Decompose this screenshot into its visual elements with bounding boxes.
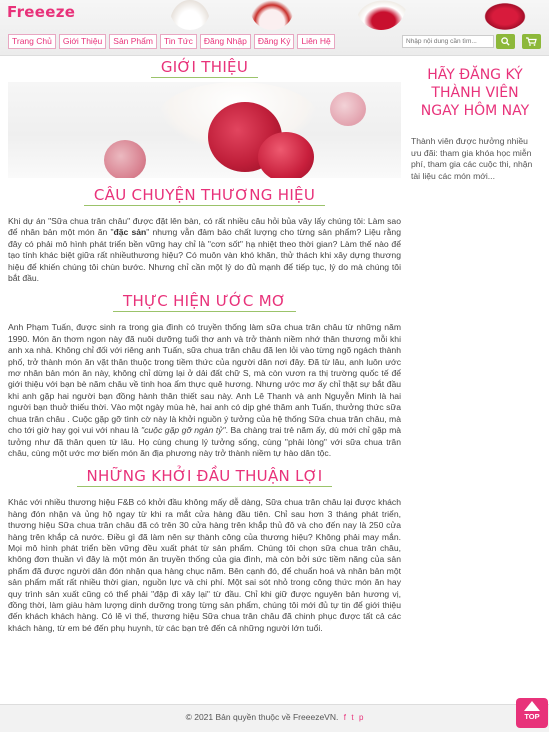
good-start-paragraph: Khác với nhiều thương hiệu F&B có khởi đ…	[8, 497, 401, 633]
nav-item-contact[interactable]: Liên Hệ	[297, 34, 335, 49]
cherry-image	[480, 0, 530, 30]
berry-yogurt-image	[356, 0, 406, 30]
logo[interactable]: Freeeze	[7, 3, 75, 21]
twitter-icon[interactable]: t	[351, 713, 353, 722]
cart-button[interactable]	[522, 34, 541, 49]
strawberry-yogurt-image	[250, 0, 294, 30]
register-promo-text: Thành viên được hưởng nhiều ưu đãi: tham…	[411, 136, 533, 181]
section-title-dream: THỰC HIỆN ƯỚC MƠ	[8, 292, 401, 313]
nav-item-about[interactable]: Giới Thiệu	[58, 34, 107, 49]
register-promo-title[interactable]: HÃY ĐĂNG KÝ THÀNH VIÊN NGAY HÔM NAY	[411, 66, 539, 120]
nav-item-news[interactable]: Tin Tức	[159, 34, 197, 49]
section-title-brand-story: CÂU CHUYỆN THƯƠNG HIỆU	[8, 186, 401, 206]
copyright-text: © 2021 Bản quyền thuộc về FreeezeVN.	[185, 712, 339, 722]
search-input[interactable]	[402, 35, 494, 48]
main-nav: Trang Chủ Giới Thiệu Sản Phẩm Tin Tức Đă…	[8, 34, 335, 49]
pinterest-icon[interactable]: p	[359, 713, 363, 722]
section-title-good-start: NHỮNG KHỞI ĐẦU THUẬN LỢI	[8, 467, 401, 488]
dream-paragraph: Anh Phạm Tuấn, được sinh ra trong gia đì…	[8, 322, 402, 458]
facebook-icon[interactable]: f	[344, 713, 346, 722]
page-title: GIỚI THIỆU	[8, 58, 401, 78]
back-to-top-button[interactable]: TOP	[516, 698, 548, 728]
nav-item-register[interactable]: Đăng Ký	[253, 34, 295, 49]
nav-item-login[interactable]: Đăng Nhập	[199, 34, 251, 49]
yogurt-image	[170, 0, 210, 30]
raspberry-yogurt-banner	[8, 82, 401, 178]
arrow-up-icon	[524, 701, 540, 711]
sidebar: HÃY ĐĂNG KÝ THÀNH VIÊN NGAY HÔM NAY Thàn…	[411, 66, 539, 182]
back-to-top-label: TOP	[524, 712, 540, 721]
search-button[interactable]	[496, 34, 515, 49]
brand-story-paragraph: Khi dự án "Sữa chua trân châu" được đặt …	[8, 216, 401, 284]
search-icon	[501, 37, 510, 46]
nav-item-home[interactable]: Trang Chủ	[8, 34, 56, 49]
footer: © 2021 Bản quyền thuộc về FreeezeVN. f t…	[0, 704, 549, 732]
header: Freeeze Trang Chủ Giới Thiệu Sản Phẩm Ti…	[0, 0, 549, 56]
nav-item-products[interactable]: Sản Phẩm	[109, 34, 157, 49]
cart-icon	[526, 37, 537, 46]
main-content: GIỚI THIỆU CÂU CHUYỆN THƯƠNG HIỆU Khi dự…	[8, 58, 401, 634]
